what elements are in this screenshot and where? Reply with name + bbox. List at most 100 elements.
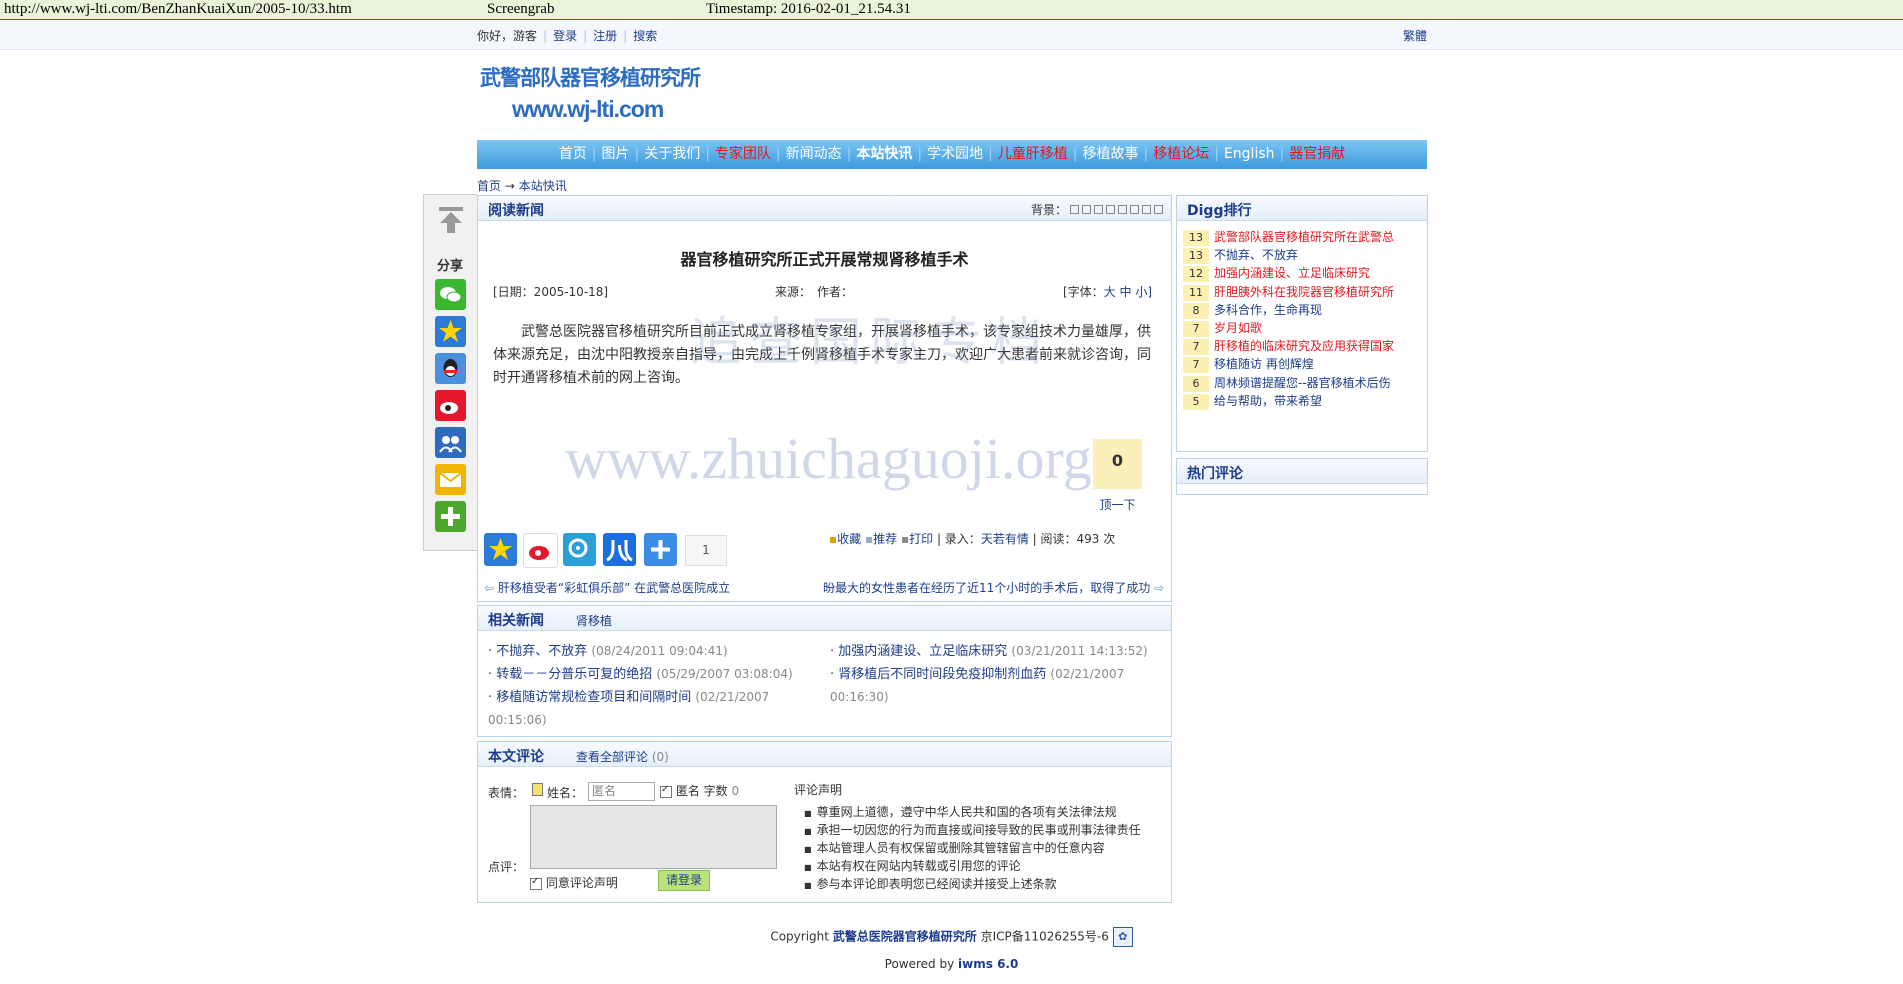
nav-item[interactable]: 首页 [559, 146, 587, 162]
prev-article[interactable]: ⇦ 肝移植受者“彩虹俱乐部” 在武警总医院成立 [484, 579, 730, 596]
rank-title[interactable]: 肝胆胰外科在我院器官移植研究所 [1214, 285, 1394, 299]
rank-title[interactable]: 加强内涵建设、立足临床研究 [1214, 266, 1370, 280]
more-share-icon-small[interactable] [644, 533, 677, 566]
related-tag[interactable]: 肾移植 [576, 612, 612, 629]
related-item-title[interactable]: 肾移植后不同时间段免疫抑制剂血药 [838, 667, 1046, 682]
rank-title[interactable]: 多科合作，生命再现 [1214, 303, 1322, 317]
login-link[interactable]: 登录 [553, 29, 577, 43]
search-link[interactable]: 搜索 [633, 29, 657, 43]
bg-swatch[interactable] [1142, 205, 1151, 214]
bg-swatch[interactable] [1082, 205, 1091, 214]
article-box: 阅读新闻 背景： 器官移植研究所正式开展常规肾移植手术 [日期：2005-10-… [477, 195, 1172, 602]
more-share-icon[interactable] [435, 501, 466, 532]
rank-item[interactable]: 13 武警部队器官移植研究所在武警总 [1183, 228, 1394, 246]
rank-item[interactable]: 5 给与帮助，带来希望 [1183, 392, 1322, 410]
nav-item[interactable]: 专家团队 [715, 146, 771, 162]
view-all-comments[interactable]: 查看全部评论 (0) [576, 748, 669, 765]
nav-item[interactable]: 图片 [601, 146, 629, 162]
digg-button[interactable]: 顶一下 [1095, 496, 1140, 513]
font-mid-link[interactable]: 中 [1120, 285, 1132, 299]
next-article-title[interactable]: 昐最大的女性患者在经历了近11个小时的手术后，取得了成功 [823, 581, 1150, 595]
related-item[interactable]: · 不抛弃、不放弃 (08/24/2011 09:04:41) [488, 640, 818, 663]
nav-item[interactable]: 儿童肝移植 [998, 146, 1068, 162]
tencent-weibo-share-icon[interactable] [563, 533, 596, 566]
rank-item[interactable]: 7 肝移植的临床研究及应用获得国家 [1183, 337, 1394, 356]
bg-swatch[interactable] [1106, 205, 1115, 214]
qzone-icon[interactable] [435, 316, 466, 347]
bookmark-link[interactable]: 收藏 [837, 532, 861, 546]
related-item[interactable]: · 转载－－分普乐可复的绝招 (05/29/2007 03:08:04) [488, 663, 818, 686]
rank-title[interactable]: 不抛弃、不放弃 [1214, 248, 1298, 262]
agree-checkbox[interactable] [530, 876, 542, 890]
prev-article-title[interactable]: 肝移植受者“彩虹俱乐部” 在武警总医院成立 [498, 581, 730, 595]
related-item[interactable]: · 肾移植后不同时间段免疫抑制剂血药 (02/21/2007 00:16:30) [830, 663, 1160, 709]
name-input[interactable]: 匿名 [588, 782, 655, 801]
agree-option[interactable]: 同意评论声明 [530, 874, 618, 891]
nav-item[interactable]: English [1224, 146, 1275, 162]
related-item-title[interactable]: 转载－－分普乐可复的绝招 [496, 667, 652, 682]
font-small-link[interactable]: 小] [1135, 285, 1152, 299]
renren-icon[interactable] [435, 427, 466, 458]
related-item[interactable]: · 移植随访常规检查项目和间隔时间 (02/21/2007 00:15:06) [488, 686, 818, 732]
bg-swatch[interactable] [1070, 205, 1079, 214]
related-item-title[interactable]: 不抛弃、不放弃 [496, 644, 587, 659]
greeting: 你好，游客 [477, 29, 538, 43]
nav-item[interactable]: 移植论坛 [1153, 146, 1209, 162]
rank-title[interactable]: 肝移植的临床研究及应用获得国家 [1214, 339, 1394, 353]
weibo-icon[interactable] [435, 390, 466, 421]
anonymous-option[interactable]: 匿名 字数 0 [660, 782, 739, 799]
renren-share-icon[interactable] [603, 533, 636, 566]
nav-item[interactable]: 新闻动态 [786, 146, 842, 162]
rank-item[interactable]: 6 周林频谱提醒您--器官移植术后伤 [1183, 374, 1391, 392]
nav-item[interactable]: 移植故事 [1083, 146, 1139, 162]
qq-icon[interactable] [435, 353, 466, 384]
nav-item[interactable]: 本站快讯 [856, 146, 912, 162]
nav-item[interactable]: 器官捐献 [1289, 146, 1345, 162]
rank-item[interactable]: 7 岁月如歌 [1183, 319, 1262, 337]
rank-title[interactable]: 移植随访 再创辉煌 [1214, 357, 1314, 371]
view-all-comments-link[interactable]: 查看全部评论 [576, 750, 648, 764]
login-to-comment-button[interactable]: 请登录 [658, 870, 710, 891]
related-item-title[interactable]: 加强内涵建设、立足临床研究 [838, 644, 1007, 659]
bg-swatch[interactable] [1154, 205, 1163, 214]
qzone-share-icon[interactable] [484, 533, 517, 566]
rank-item[interactable]: 11 肝胆胰外科在我院器官移植研究所 [1183, 283, 1394, 301]
related-item[interactable]: · 加强内涵建设、立足临床研究 (03/21/2011 14:13:52) [830, 640, 1160, 663]
rank-title[interactable]: 周林频谱提醒您--器官移植术后伤 [1214, 376, 1391, 390]
rank-title[interactable]: 岁月如歌 [1214, 321, 1262, 335]
next-article[interactable]: 昐最大的女性患者在经历了近11个小时的手术后，取得了成功 ⇨ [823, 579, 1164, 596]
breadcrumb-current[interactable]: 本站快讯 [519, 179, 567, 193]
bg-swatch[interactable] [1130, 205, 1139, 214]
emotion-picker-icon[interactable] [532, 782, 543, 796]
nav-item[interactable]: 学术园地 [927, 146, 983, 162]
bg-swatch[interactable] [1118, 205, 1127, 214]
site-logo[interactable]: 武警部队器官移植研究所 www.wj-lti.com [480, 62, 701, 130]
entry-user-link[interactable]: 天若有情 [981, 532, 1029, 546]
rank-item[interactable]: 12 加强内涵建设、立足临床研究 [1183, 264, 1370, 283]
bg-swatch[interactable] [1094, 205, 1103, 214]
nav-item[interactable]: 关于我们 [644, 146, 700, 162]
recommend-link[interactable]: 推荐 [873, 532, 897, 546]
related-item-title[interactable]: 移植随访常规检查项目和间隔时间 [496, 690, 691, 705]
traditional-chinese-link[interactable]: 繁體 [1403, 27, 1427, 44]
rank-title[interactable]: 武警部队器官移植研究所在武警总 [1214, 230, 1394, 244]
police-badge-icon[interactable]: ✿ [1112, 927, 1133, 947]
rank-item[interactable]: 8 多科合作，生命再现 [1183, 301, 1322, 319]
breadcrumb-home[interactable]: 首页 [477, 179, 501, 193]
email-icon[interactable] [435, 464, 466, 495]
recommend-icon: ▪ [864, 532, 874, 546]
wechat-icon[interactable] [435, 279, 466, 310]
archive-url[interactable]: http://www.wj-lti.com/BenZhanKuaiXun/200… [4, 1, 352, 18]
print-link[interactable]: 打印 [909, 532, 933, 546]
footer-org-link[interactable]: 武警总医院器官移植研究所 [833, 930, 977, 944]
anonymous-checkbox[interactable] [660, 784, 672, 798]
weibo-share-icon[interactable] [523, 533, 558, 568]
rank-item[interactable]: 7 移植随访 再创辉煌 [1183, 355, 1314, 374]
font-big-link[interactable]: 大 [1104, 285, 1116, 299]
engine-link[interactable]: iwms 6.0 [958, 957, 1018, 971]
register-link[interactable]: 注册 [593, 29, 617, 43]
back-to-top-icon[interactable] [437, 205, 465, 235]
rank-item[interactable]: 13 不抛弃、不放弃 [1183, 246, 1298, 265]
comment-textarea[interactable] [530, 805, 777, 869]
rank-title[interactable]: 给与帮助，带来希望 [1214, 394, 1322, 408]
